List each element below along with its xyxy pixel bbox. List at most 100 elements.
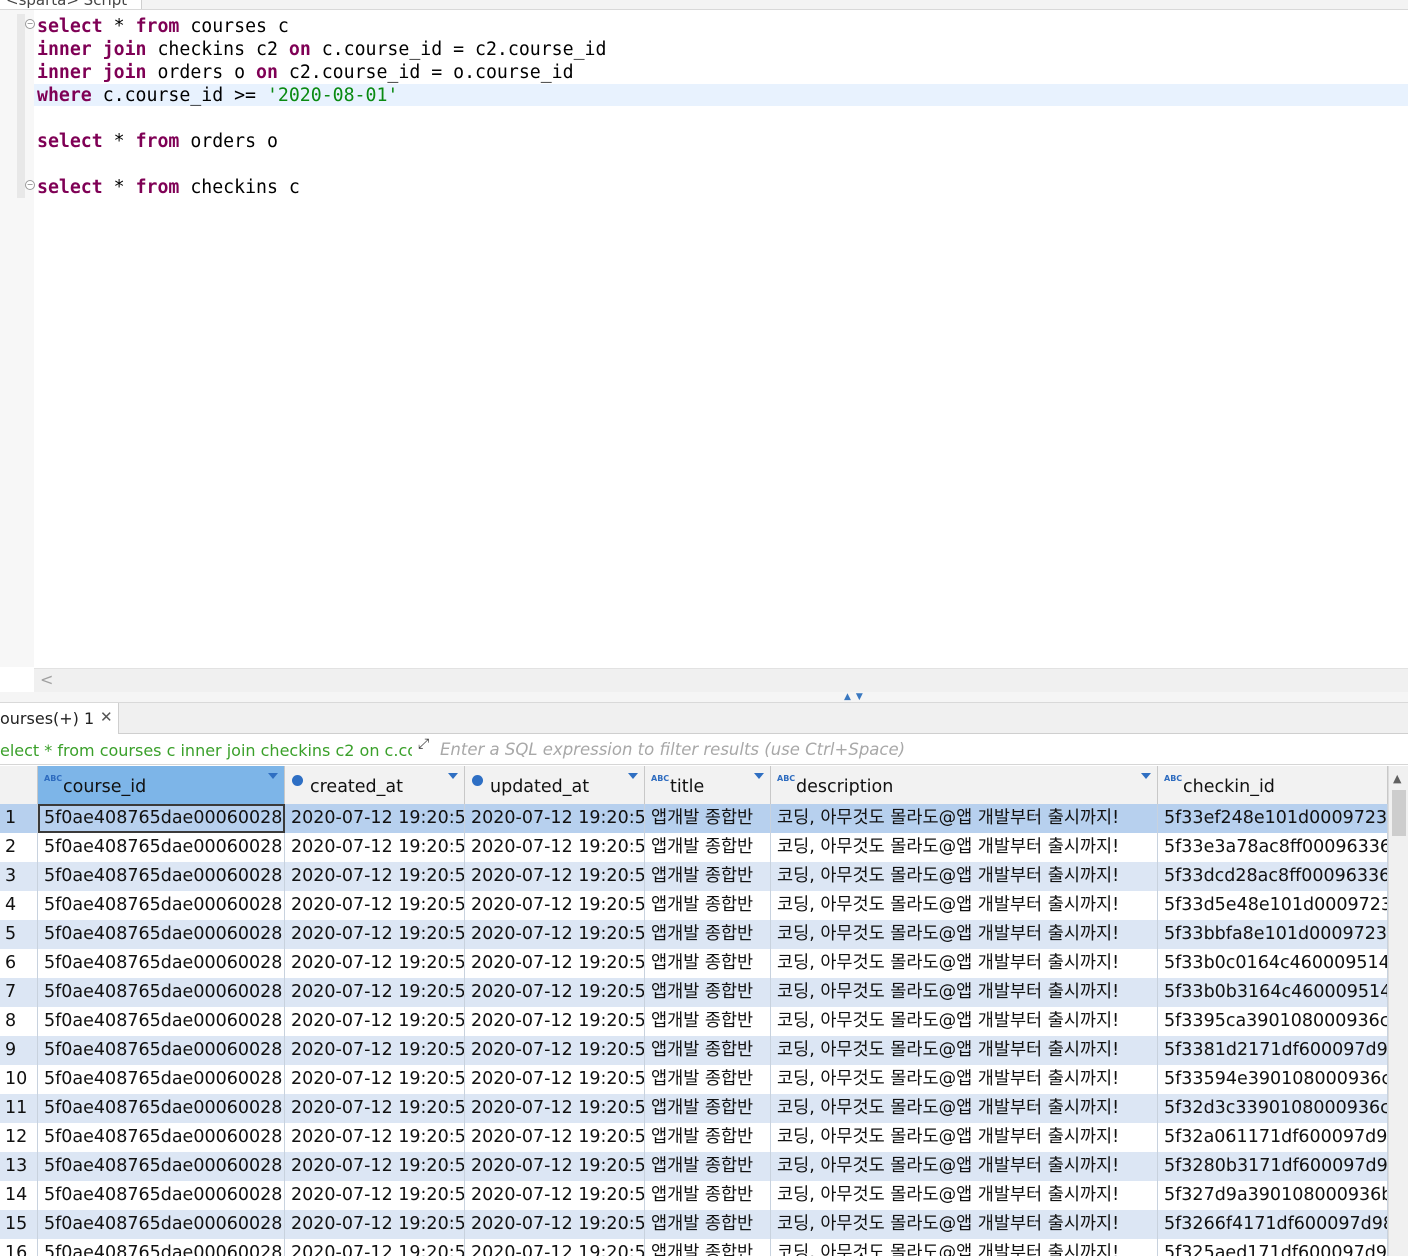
table-cell[interactable]: 5f0ae408765dae0006002817 [38,1036,285,1065]
table-cell[interactable]: 코딩, 아무것도 몰라도@앱 개발부터 출시까지! [771,949,1158,978]
table-cell[interactable]: 앱개발 종합반 [645,1036,771,1065]
results-grid[interactable]: ABC course_id created_at updated_at ABC title… [0,766,1388,1256]
table-cell[interactable]: 앱개발 종합반 [645,804,771,833]
code-line[interactable]: select * from courses c [37,15,606,38]
row-number[interactable]: 13 [0,1152,38,1181]
sort-dropdown-icon[interactable] [628,773,638,779]
table-cell[interactable]: 코딩, 아무것도 몰라도@앱 개발부터 출시까지! [771,833,1158,862]
row-number[interactable]: 8 [0,1007,38,1036]
table-cell[interactable]: 코딩, 아무것도 몰라도@앱 개발부터 출시까지! [771,1065,1158,1094]
table-cell[interactable]: 앱개발 종합반 [645,920,771,949]
sort-dropdown-icon[interactable] [448,773,458,779]
code-line[interactable] [37,107,606,130]
table-cell[interactable]: 코딩, 아무것도 몰라도@앱 개발부터 출시까지! [771,1007,1158,1036]
table-cell[interactable]: 2020-07-12 19:20:56 [465,1065,645,1094]
table-cell[interactable]: 코딩, 아무것도 몰라도@앱 개발부터 출시까지! [771,1152,1158,1181]
table-cell[interactable]: 5f33b0b3164c460009514c2 [1158,978,1388,1007]
scroll-up-icon[interactable]: ▲ [1393,772,1401,785]
table-cell[interactable]: 코딩, 아무것도 몰라도@앱 개발부터 출시까지! [771,891,1158,920]
table-cell[interactable]: 5f0ae408765dae0006002817 [38,949,285,978]
table-cell[interactable]: 2020-07-12 19:20:56 [465,833,645,862]
row-number[interactable]: 11 [0,1094,38,1123]
table-cell[interactable]: 5f0ae408765dae0006002817 [38,1065,285,1094]
panel-splitter[interactable]: ▲▼ [0,692,1408,703]
column-header-created-at[interactable]: created_at [285,766,465,804]
results-tab[interactable]: ourses(+) 1 ✕ [0,703,119,734]
table-row[interactable]: 6 5f0ae408765dae0006002817 2020-07-12 19:2… [0,949,1388,978]
row-number[interactable]: 3 [0,862,38,891]
maximize-restore-icon[interactable]: ▲▼ [844,692,868,702]
table-cell[interactable]: 5f0ae408765dae0006002817 [38,891,285,920]
table-cell[interactable]: 앱개발 종합반 [645,891,771,920]
table-cell[interactable]: 5f0ae408765dae0006002817 [38,804,285,833]
table-cell[interactable]: 5f0ae408765dae0006002817 [38,1181,285,1210]
table-cell[interactable]: 5f0ae408765dae0006002817 [38,1007,285,1036]
table-cell[interactable]: 5f3266f4171df600097d98f8 [1158,1210,1388,1239]
column-header-course-id[interactable]: ABC course_id [38,766,285,804]
table-cell[interactable]: 코딩, 아무것도 몰라도@앱 개발부터 출시까지! [771,1210,1158,1239]
table-cell[interactable]: 5f3280b3171df600097d996 [1158,1152,1388,1181]
table-cell[interactable]: 5f33bbfa8e101d0009723ab [1158,920,1388,949]
table-cell[interactable]: 코딩, 아무것도 몰라도@앱 개발부터 출시까지! [771,1036,1158,1065]
table-row[interactable]: 14 5f0ae408765dae0006002817 2020-07-12 19:… [0,1181,1388,1210]
table-cell[interactable]: 5f33dcd28ac8ff00096336a0 [1158,862,1388,891]
table-cell[interactable]: 5f0ae408765dae0006002817 [38,862,285,891]
code-line[interactable]: where c.course_id >= '2020-08-01' [37,84,606,107]
row-number[interactable]: 10 [0,1065,38,1094]
code-line[interactable] [37,153,606,176]
table-cell[interactable]: 2020-07-12 19:20:56 [465,1123,645,1152]
table-row[interactable]: 10 5f0ae408765dae0006002817 2020-07-12 19:… [0,1065,1388,1094]
table-cell[interactable]: 5f33ef248e101d0009723c0 [1158,804,1388,833]
sort-dropdown-icon[interactable] [754,773,764,779]
fold-toggle-icon[interactable]: − [25,19,35,29]
table-cell[interactable]: 2020-07-12 19:20:56 [285,1123,465,1152]
table-cell[interactable]: 2020-07-12 19:20:56 [465,891,645,920]
table-cell[interactable]: 2020-07-12 19:20:56 [285,1094,465,1123]
table-cell[interactable]: 2020-07-12 19:20:56 [285,891,465,920]
column-header-title[interactable]: ABC title [645,766,771,804]
table-cell[interactable]: 앱개발 종합반 [645,1181,771,1210]
table-cell[interactable]: 5f325aed171df600097d987 [1158,1239,1388,1256]
table-cell[interactable]: 앱개발 종합반 [645,978,771,1007]
table-cell[interactable]: 앱개발 종합반 [645,1065,771,1094]
row-number[interactable]: 6 [0,949,38,978]
scroll-left-icon[interactable]: < [40,670,53,689]
code-line[interactable]: select * from checkins c [37,176,606,199]
table-cell[interactable]: 5f0ae408765dae0006002817 [38,1239,285,1256]
table-cell[interactable]: 2020-07-12 19:20:56 [285,804,465,833]
table-cell[interactable]: 2020-07-12 19:20:56 [465,1239,645,1256]
table-cell[interactable]: 5f0ae408765dae0006002817 [38,978,285,1007]
table-cell[interactable]: 5f3381d2171df600097d9c4 [1158,1036,1388,1065]
table-row[interactable]: 9 5f0ae408765dae0006002817 2020-07-12 19:2… [0,1036,1388,1065]
table-cell[interactable]: 앱개발 종합반 [645,949,771,978]
close-icon[interactable]: ✕ [100,708,113,726]
row-number[interactable]: 12 [0,1123,38,1152]
table-row[interactable]: 5 5f0ae408765dae0006002817 2020-07-12 19:2… [0,920,1388,949]
row-number[interactable]: 2 [0,833,38,862]
table-cell[interactable]: 코딩, 아무것도 몰라도@앱 개발부터 출시까지! [771,804,1158,833]
sort-dropdown-icon[interactable] [1141,773,1151,779]
table-cell[interactable]: 2020-07-12 19:20:56 [465,1036,645,1065]
grid-vertical-scrollbar[interactable]: ▲ [1388,766,1408,1256]
sort-dropdown-icon[interactable] [268,773,278,779]
code-line[interactable]: inner join orders o on c2.course_id = o.… [37,61,606,84]
table-cell[interactable]: 앱개발 종합반 [645,1152,771,1181]
table-cell[interactable]: 2020-07-12 19:20:56 [285,833,465,862]
table-cell[interactable]: 코딩, 아무것도 몰라도@앱 개발부터 출시까지! [771,862,1158,891]
table-cell[interactable]: 앱개발 종합반 [645,833,771,862]
table-cell[interactable]: 2020-07-12 19:20:56 [465,1152,645,1181]
table-cell[interactable]: 앱개발 종합반 [645,1007,771,1036]
table-cell[interactable]: 2020-07-12 19:20:56 [465,1210,645,1239]
table-cell[interactable]: 5f0ae408765dae0006002817 [38,1152,285,1181]
table-cell[interactable]: 2020-07-12 19:20:56 [465,920,645,949]
table-cell[interactable]: 2020-07-12 19:20:56 [465,949,645,978]
table-cell[interactable]: 코딩, 아무것도 몰라도@앱 개발부터 출시까지! [771,1181,1158,1210]
table-cell[interactable]: 2020-07-12 19:20:56 [285,949,465,978]
code-line[interactable]: select * from orders o [37,130,606,153]
table-cell[interactable]: 2020-07-12 19:20:56 [285,1007,465,1036]
table-cell[interactable]: 앱개발 종합반 [645,862,771,891]
table-cell[interactable]: 2020-07-12 19:20:56 [465,978,645,1007]
code-line[interactable]: inner join checkins c2 on c.course_id = … [37,38,606,61]
table-row[interactable]: 11 5f0ae408765dae0006002817 2020-07-12 19:… [0,1094,1388,1123]
table-row[interactable]: 13 5f0ae408765dae0006002817 2020-07-12 19:… [0,1152,1388,1181]
